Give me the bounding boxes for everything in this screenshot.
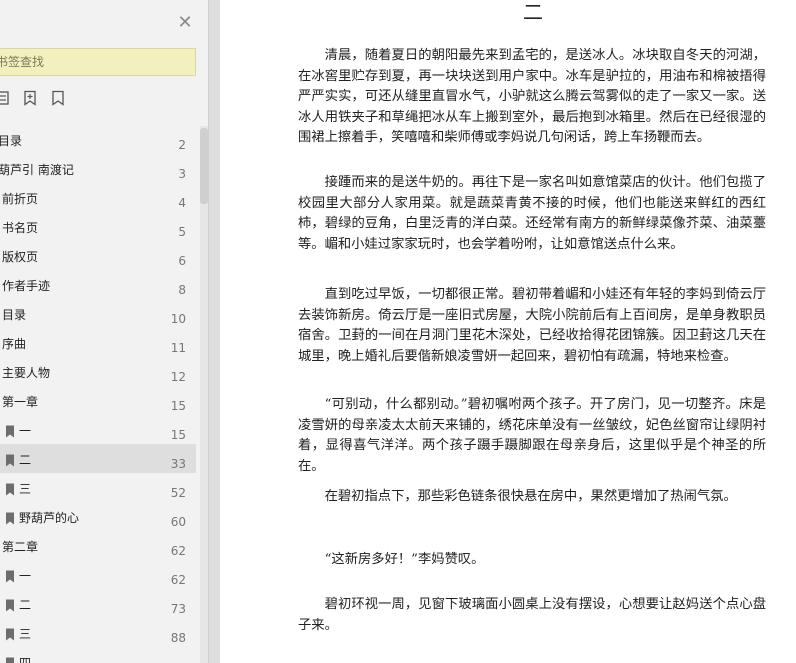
paragraph: “这新房多好！”李妈赞叹。 bbox=[324, 552, 485, 567]
toc-item-page: 33 bbox=[170, 457, 186, 471]
toc-item-page: 11 bbox=[170, 341, 186, 355]
toc-item-label: 作者手迹 bbox=[2, 279, 51, 293]
bookmark-search-box[interactable] bbox=[0, 48, 196, 76]
toc-item[interactable]: 目录 2 bbox=[0, 125, 196, 154]
toc-item[interactable]: 第一章 15 bbox=[0, 386, 196, 415]
toc-item[interactable]: 版权页 6 bbox=[0, 241, 196, 270]
toc-item-label: 葫芦引 南渡记 bbox=[0, 163, 74, 177]
bookmark-icon bbox=[5, 452, 15, 467]
bookmark-icon[interactable] bbox=[51, 90, 67, 108]
paragraph: 在碧初指点下，那些彩色链条很快悬在房中，果然更增加了热闹气氛。 bbox=[324, 489, 737, 504]
toc-item-page: 4 bbox=[178, 196, 186, 210]
toc-item-page: 15 bbox=[170, 399, 186, 413]
toc-item-label: 野葫芦的心 bbox=[19, 511, 80, 525]
toc-item[interactable]: 三 52 bbox=[0, 473, 196, 502]
toc-item-page: 5 bbox=[178, 225, 186, 239]
chapter-heading: 二 bbox=[523, 0, 543, 24]
toc-item-page: 52 bbox=[170, 486, 186, 500]
toc-item-page: 12 bbox=[170, 370, 186, 384]
toc-item[interactable]: 序曲 11 bbox=[0, 328, 196, 357]
table-of-contents: 目录 2 葫芦引 南渡记 3 前折页 4 书名页 5 版权页 6 作者手迹 8 目录 10 序曲 11 主要人物… bbox=[0, 125, 196, 663]
toc-item[interactable]: 二 73 bbox=[0, 589, 196, 618]
toc-item[interactable]: 二 33 bbox=[0, 444, 196, 473]
toc-item-label: 四 bbox=[19, 656, 32, 663]
toc-item[interactable]: 作者手迹 8 bbox=[0, 270, 196, 299]
toc-item-label: 二 bbox=[19, 453, 32, 467]
toc-item-label: 序曲 bbox=[2, 337, 27, 351]
bookmark-icon bbox=[5, 481, 15, 496]
bookmark-search-input[interactable] bbox=[0, 49, 176, 75]
toc-item-label: 书名页 bbox=[2, 221, 39, 235]
toc-item-page: 6 bbox=[178, 254, 186, 268]
toc-item-page: 60 bbox=[170, 515, 186, 529]
bookmark-icon bbox=[5, 626, 15, 641]
bookmark-icon bbox=[5, 655, 15, 663]
toc-item[interactable]: 三 88 bbox=[0, 618, 196, 647]
paragraph: 接踵而来的是送牛奶的。再往下是一家名叫如意馆菜店的伙计。他们包揽了校园里大部分人… bbox=[298, 175, 766, 252]
close-sidebar-icon[interactable]: ✕ bbox=[176, 14, 194, 32]
toc-item-label: 版权页 bbox=[2, 250, 39, 264]
toc-item-label: 目录 bbox=[0, 134, 23, 148]
toc-item-label: 一 bbox=[19, 424, 32, 438]
toc-item[interactable]: 一 15 bbox=[0, 415, 196, 444]
toc-item-page: 62 bbox=[170, 573, 186, 587]
toc-item-label: 三 bbox=[19, 482, 32, 496]
sidebar-scroll-thumb[interactable] bbox=[200, 128, 208, 204]
toc-item-label: 第一章 bbox=[2, 395, 39, 409]
pane-splitter[interactable] bbox=[208, 0, 220, 663]
toc-item-label: 主要人物 bbox=[2, 366, 51, 380]
toc-item-label: 第二章 bbox=[2, 540, 39, 554]
sidebar-scrollbar[interactable] bbox=[200, 126, 208, 663]
paragraph: 碧初环视一周，见窗下玻璃面小圆桌上没有摆设，心想要让赵妈送个点心盘子来。 bbox=[298, 597, 766, 633]
toc-item-label: 前折页 bbox=[2, 192, 39, 206]
paragraph: “可别动，什么都别动。”碧初嘱咐两个孩子。开了房门，见一切整齐。床是凌雪妍的母亲… bbox=[298, 397, 766, 474]
toc-item-label: 一 bbox=[19, 569, 32, 583]
toc-item[interactable]: 目录 10 bbox=[0, 299, 196, 328]
toc-item-page: 10 bbox=[170, 312, 186, 326]
toc-item[interactable]: 主要人物 12 bbox=[0, 357, 196, 386]
bookmark-icon bbox=[5, 423, 15, 438]
add-bookmark-icon[interactable] bbox=[23, 90, 39, 108]
toc-item[interactable]: 野葫芦的心 60 bbox=[0, 502, 196, 531]
toc-item-page: 73 bbox=[170, 602, 186, 616]
toc-item[interactable]: 葫芦引 南渡记 3 bbox=[0, 154, 196, 183]
toc-item[interactable]: 书名页 5 bbox=[0, 212, 196, 241]
bookmark-icon bbox=[5, 510, 15, 525]
toc-item[interactable]: 四 bbox=[0, 647, 196, 663]
toc-item[interactable]: 一 62 bbox=[0, 560, 196, 589]
toc-item-label: 二 bbox=[19, 598, 32, 612]
toc-item[interactable]: 第二章 62 bbox=[0, 531, 196, 560]
bookmark-sidebar: ✕ 目录 2 葫芦引 南渡记 3 前折页 4 书名页 5 版权页 6 作者手迹 8 目录 10 序曲 11 主要… bbox=[0, 0, 208, 663]
paragraph: 直到吃过早饭，一切都很正常。碧初带着嵋和小娃还有年轻的李妈到倚云厅去装饰新房。倚… bbox=[298, 287, 766, 364]
toc-item-page: 88 bbox=[170, 631, 186, 645]
toc-item-page: 62 bbox=[170, 544, 186, 558]
toc-item-label: 目录 bbox=[2, 308, 27, 322]
toc-item-page: 15 bbox=[170, 428, 186, 442]
toc-item-page: 3 bbox=[178, 167, 186, 181]
bookmark-icon bbox=[5, 568, 15, 583]
reading-pane: 二 清晨，随着夏日的朝阳最先来到孟宅的，是送冰人。冰块取自冬天的河湖，在冰窖里贮… bbox=[220, 0, 796, 663]
bookmark-icon bbox=[5, 597, 15, 612]
expand-collapse-icon[interactable] bbox=[0, 90, 12, 108]
paragraph: 清晨，随着夏日的朝阳最先来到孟宅的，是送冰人。冰块取自冬天的河湖，在冰窖里贮存到… bbox=[298, 48, 766, 145]
toc-item[interactable]: 前折页 4 bbox=[0, 183, 196, 212]
toc-item-page: 2 bbox=[178, 138, 186, 152]
toc-item-page: 8 bbox=[178, 283, 186, 297]
toc-item-label: 三 bbox=[19, 627, 32, 641]
